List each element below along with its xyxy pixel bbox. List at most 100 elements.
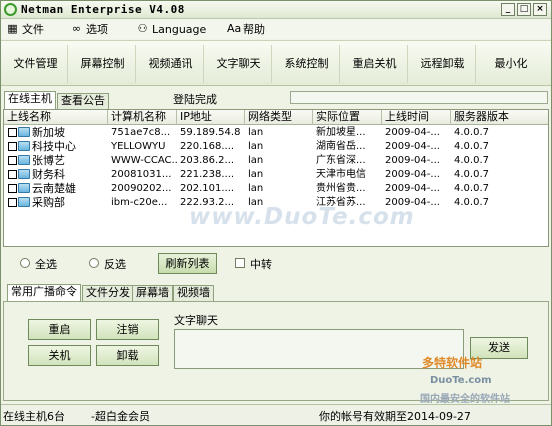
computer-icon [18,183,30,193]
menu-label: 选项 [86,23,108,36]
menu-help[interactable]: Aa 帮助 [227,21,265,37]
table-cell: 20081031... [111,169,172,180]
column-header-ip[interactable]: IP地址 [177,110,245,125]
host-name-cell: 张博艺 [4,154,108,168]
bottom-tab-bar: 常用广播命令 文件分发 屏幕墙 视频墙 [1,284,551,301]
window-title: Netman Enterprise V4.08 [21,3,185,16]
relay-label: 中转 [250,258,272,271]
close-button[interactable]: × [533,3,547,16]
table-cell: 4.0.0.7 [454,141,489,152]
minimize-button[interactable]: _ [501,3,515,16]
table-cell: 2009-04-... [385,169,440,180]
table-cell: 2009-04-... [385,183,440,194]
tab-file-distribution[interactable]: 文件分发 [82,285,134,301]
menu-options[interactable]: ∞ 选项 [70,21,108,37]
host-table: 上线名称 计算机名称 IP地址 网络类型 实际位置 上线时间 服务器版本 新加坡… [3,109,549,247]
menu-language[interactable]: ⚇ Language [136,21,207,37]
file-manager-button[interactable]: 文件管理 [4,45,68,83]
host-checkbox[interactable] [8,184,17,193]
shutdown-button[interactable]: 关机 [28,345,91,366]
select-all-radio[interactable] [20,258,30,268]
host-name-text: 云南楚雄 [32,182,76,195]
progress-bar [290,91,548,104]
select-all-label: 全选 [35,258,57,271]
language-icon: ⚇ [137,22,148,35]
host-checkbox[interactable] [8,170,17,179]
screen-control-button[interactable]: 屏幕控制 [70,45,136,83]
column-header-network[interactable]: 网络类型 [245,110,313,125]
refresh-list-button[interactable]: 刷新列表 [158,253,217,274]
host-name-cell: 云南楚雄 [4,182,108,196]
table-cell: 新加坡星... [316,127,366,138]
duote-watermark: www.DuoTe.com [189,204,415,230]
tab-broadcast-commands[interactable]: 常用广播命令 [7,284,81,301]
table-cell: 4.0.0.7 [454,169,489,180]
login-status: 登陆完成 [173,93,217,106]
table-cell: 221.238.... [180,169,235,180]
table-cell: 湖南省岳... [316,141,366,152]
command-panel: 重启 注销 关机 卸载 文字聊天 发送 多特软件站 DuoTe.com 国内最安… [3,301,549,405]
minimize-toolbar-button[interactable]: 最小化 [478,45,544,83]
invert-selection-label: 反选 [104,258,126,271]
uninstall-button[interactable]: 卸载 [96,345,159,366]
table-cell: 220.168.... [180,141,235,152]
member-level: -超白金会员 [91,410,150,423]
relay-checkbox[interactable] [235,258,245,268]
text-chat-button[interactable]: 文字聊天 [206,45,272,83]
host-name-cell: 科技中心 [4,140,108,154]
selection-row: 全选 反选 刷新列表 中转 [1,251,551,277]
chat-label: 文字聊天 [174,314,218,327]
host-checkbox[interactable] [8,198,17,207]
column-header-version[interactable]: 服务器版本 [451,110,548,125]
column-header-location[interactable]: 实际位置 [313,110,382,125]
table-row[interactable]: 财务科 20081031... 221.238.... lan 天津市电信 2009-04… [4,168,548,182]
tab-video-wall[interactable]: 视频墙 [173,285,214,301]
computer-icon [18,141,30,151]
table-cell: lan [248,183,264,194]
restart-button[interactable]: 重启 [28,319,91,340]
host-checkbox[interactable] [8,156,17,165]
computer-icon [18,169,30,179]
maximize-button[interactable]: □ [517,3,531,16]
table-cell: 4.0.0.7 [454,183,489,194]
chat-input[interactable] [174,329,464,369]
app-logo-icon [4,3,17,16]
table-row[interactable]: 云南楚雄 20090202... 202.101.... lan 贵州省贵... 2009… [4,182,548,196]
column-header-online-time[interactable]: 上线时间 [382,110,451,125]
table-row[interactable]: 科技中心 YELLOWYU 220.168.... lan 湖南省岳... 2009-04… [4,140,548,154]
video-call-button[interactable]: 视频通讯 [138,45,204,83]
host-checkbox[interactable] [8,142,17,151]
restart-shutdown-button[interactable]: 重启关机 [342,45,408,83]
help-icon: Aa [227,22,242,35]
remote-uninstall-button[interactable]: 远程卸载 [410,45,476,83]
invert-selection-radio[interactable] [89,258,99,268]
table-cell: lan [248,169,264,180]
computer-icon [18,127,30,137]
column-header-computer[interactable]: 计算机名称 [108,110,177,125]
column-header-name[interactable]: 上线名称 [4,110,108,125]
table-row[interactable]: 新加坡 751ae7c8... 59.189.54.8 lan 新加坡星... 2009-… [4,126,548,140]
glasses-icon: ∞ [71,22,82,35]
host-name-cell: 采购部 [4,196,108,210]
table-cell: WWW-CCAC... [111,155,177,166]
system-control-button[interactable]: 系统控制 [274,45,340,83]
menu-file[interactable]: ▦ 文件 [6,21,44,37]
tab-online-hosts[interactable]: 在线主机 [4,91,56,109]
logout-button[interactable]: 注销 [96,319,159,340]
main-window: Netman Enterprise V4.08 _ □ × ▦ 文件 ∞ 选项 … [0,0,552,426]
computer-icon [18,197,30,207]
slogan-watermark: 国内最安全的软件站 [420,394,510,405]
host-name-cell: 新加坡 [4,126,108,140]
domain-watermark: DuoTe.com [430,375,492,386]
table-cell: 4.0.0.7 [454,155,489,166]
status-bar: 在线主机6台 -超白金会员 你的帐号有效期至2014-09-27 [1,404,551,425]
table-cell: 751ae7c8... [111,127,171,138]
table-cell: 天津市电信 [316,169,366,180]
tab-screen-wall[interactable]: 屏幕墙 [132,285,173,301]
tab-announcements[interactable]: 查看公告 [57,93,109,109]
host-checkbox[interactable] [8,128,17,137]
brand-watermark: 多特软件站 [422,356,483,370]
online-host-count: 在线主机6台 [3,410,65,423]
table-cell: 2009-04-... [385,141,440,152]
table-row[interactable]: 张博艺 WWW-CCAC... 203.86.2... lan 广东省深... 2009-… [4,154,548,168]
